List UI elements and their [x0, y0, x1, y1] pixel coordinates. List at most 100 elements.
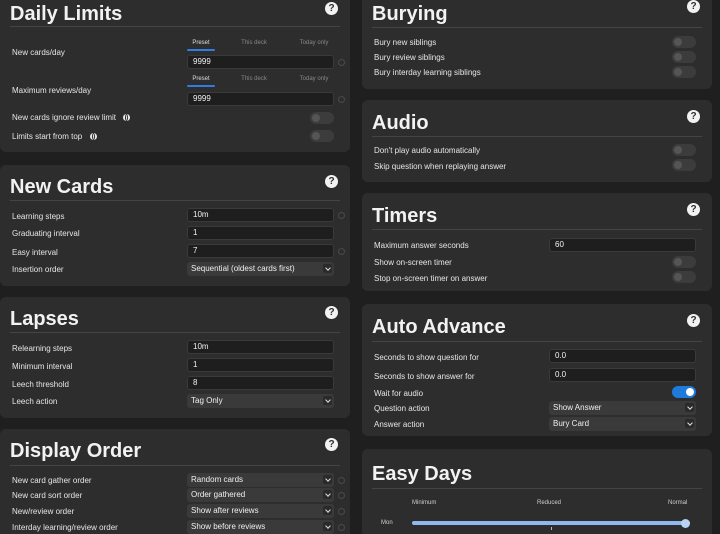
bury-review-siblings-toggle[interactable] — [672, 51, 696, 63]
tab-preset[interactable]: Preset — [187, 40, 215, 46]
reset-icon[interactable] — [338, 248, 345, 255]
limits-from-top-toggle[interactable] — [310, 130, 334, 142]
tab-this-deck[interactable]: This deck — [238, 40, 270, 46]
daily-limits-help-icon[interactable]: ? — [325, 2, 338, 15]
skip-question-toggle[interactable] — [672, 159, 696, 171]
easy-days-card: Easy Days Minimum Reduced Normal Mon — [362, 449, 712, 534]
ignore-review-limit-toggle[interactable] — [310, 112, 334, 124]
leech-threshold-input[interactable]: 8 — [187, 376, 334, 390]
chevron-down-icon — [323, 475, 332, 484]
ignore-review-limit-label: New cards ignore review limit — [12, 113, 117, 122]
sort-order-value: Order gathered — [191, 490, 246, 499]
graduating-interval-input[interactable]: 1 — [187, 226, 334, 240]
timers-card: Timers ? Maximum answer seconds 60 Show … — [362, 193, 712, 291]
relearning-steps-input[interactable]: 10m — [187, 340, 334, 354]
scale-normal-label: Normal — [668, 500, 688, 506]
tab-preset-indicator — [187, 85, 215, 87]
divider — [10, 332, 340, 333]
divider — [372, 488, 702, 489]
insertion-order-select[interactable]: Sequential (oldest cards first) — [187, 262, 334, 276]
bury-new-siblings-label: Bury new siblings — [374, 38, 437, 47]
lapses-card: Lapses ? Relearning steps 10m Minimum in… — [0, 297, 350, 418]
reset-icon[interactable] — [338, 212, 345, 219]
new-cards-day-input[interactable]: 9999 — [187, 55, 334, 69]
daily-limits-title: Daily Limits — [10, 3, 123, 25]
minimum-interval-input[interactable]: 1 — [187, 358, 334, 372]
audio-help-icon[interactable]: ? — [687, 110, 700, 123]
tab-this-deck[interactable]: This deck — [238, 76, 270, 82]
timers-title: Timers — [372, 205, 438, 227]
auto-advance-help-icon[interactable]: ? — [687, 314, 700, 327]
question-seconds-input[interactable]: 0.0 — [549, 349, 696, 363]
chevron-down-icon — [685, 403, 694, 412]
new-review-order-label: New/review order — [12, 507, 75, 516]
answer-seconds-input[interactable]: 0.0 — [549, 368, 696, 382]
show-timer-toggle[interactable] — [672, 256, 696, 268]
max-reviews-day-input[interactable]: 9999 — [187, 92, 334, 106]
reset-icon[interactable] — [338, 492, 345, 499]
tab-today-only[interactable]: Today only — [295, 76, 333, 82]
minimum-interval-label: Minimum interval — [12, 362, 73, 371]
new-cards-card: New Cards ? Learning steps 10m Graduatin… — [0, 165, 350, 286]
sort-order-select[interactable]: Order gathered — [187, 488, 334, 502]
new-cards-help-icon[interactable]: ? — [325, 175, 338, 188]
question-action-select[interactable]: Show Answer — [549, 401, 696, 415]
lapses-help-icon[interactable]: ? — [325, 306, 338, 319]
learning-steps-input[interactable]: 10m — [187, 208, 334, 222]
reset-icon[interactable] — [338, 524, 345, 531]
scale-reduced-label: Reduced — [537, 500, 562, 506]
lapses-title: Lapses — [10, 308, 79, 330]
chevron-down-icon — [323, 522, 332, 531]
burying-help-icon[interactable]: ? — [687, 0, 700, 13]
mon-slider-track[interactable] — [412, 521, 690, 525]
answer-action-label: Answer action — [374, 420, 425, 429]
answer-action-select[interactable]: Bury Card — [549, 417, 696, 431]
interday-order-select[interactable]: Show before reviews — [187, 520, 334, 534]
display-order-title: Display Order — [10, 440, 142, 462]
tab-preset[interactable]: Preset — [187, 76, 215, 82]
bury-interday-siblings-toggle[interactable] — [672, 66, 696, 78]
divider — [372, 27, 702, 28]
gather-order-label: New card gather order — [12, 476, 92, 485]
audio-card: Audio ? Don't play audio automatically S… — [362, 100, 712, 182]
tab-today-only[interactable]: Today only — [295, 40, 333, 46]
reset-icon[interactable] — [338, 59, 345, 66]
max-answer-seconds-input[interactable]: 60 — [549, 238, 696, 252]
new-review-order-select[interactable]: Show after reviews — [187, 504, 334, 518]
bury-new-siblings-toggle[interactable] — [672, 36, 696, 48]
stop-timer-toggle[interactable] — [672, 271, 696, 283]
max-reviews-day-label: Maximum reviews/day — [12, 86, 92, 95]
burying-card: Burying ? Bury new siblings Bury review … — [362, 0, 712, 89]
display-order-help-icon[interactable]: ? — [325, 438, 338, 451]
easy-interval-label: Easy interval — [12, 248, 58, 257]
chevron-down-icon — [323, 490, 332, 499]
timers-help-icon[interactable]: ? — [687, 203, 700, 216]
daily-limits-card: Daily Limits ? Preset This deck Today on… — [0, 0, 350, 152]
limits-from-top-label: Limits start from top — [12, 132, 83, 141]
graduating-interval-label: Graduating interval — [12, 229, 80, 238]
answer-seconds-label: Seconds to show answer for — [374, 372, 475, 381]
tab-preset-indicator — [187, 49, 215, 51]
scale-minimum-label: Minimum — [412, 500, 437, 506]
new-review-order-value: Show after reviews — [191, 506, 259, 515]
leech-action-select[interactable]: Tag Only — [187, 394, 334, 408]
audio-title: Audio — [372, 112, 429, 134]
question-seconds-label: Seconds to show question for — [374, 353, 479, 362]
leech-action-label: Leech action — [12, 397, 58, 406]
mon-slider-handle[interactable] — [681, 519, 690, 528]
auto-play-toggle[interactable] — [672, 144, 696, 156]
gather-order-select[interactable]: Random cards — [187, 473, 334, 487]
divider — [10, 465, 340, 466]
divider — [372, 136, 702, 137]
leech-threshold-label: Leech threshold — [12, 380, 69, 389]
skip-question-label: Skip question when replaying answer — [374, 162, 507, 171]
interday-order-value: Show before reviews — [191, 522, 266, 531]
wait-audio-toggle[interactable] — [672, 386, 696, 398]
reset-icon[interactable] — [338, 508, 345, 515]
relearning-steps-label: Relearning steps — [12, 344, 73, 353]
chevron-down-icon — [323, 506, 332, 515]
reset-icon[interactable] — [338, 477, 345, 484]
easy-interval-input[interactable]: 7 — [187, 244, 334, 258]
reset-icon[interactable] — [338, 96, 345, 103]
display-order-card: Display Order ? New card gather order Ra… — [0, 429, 350, 534]
